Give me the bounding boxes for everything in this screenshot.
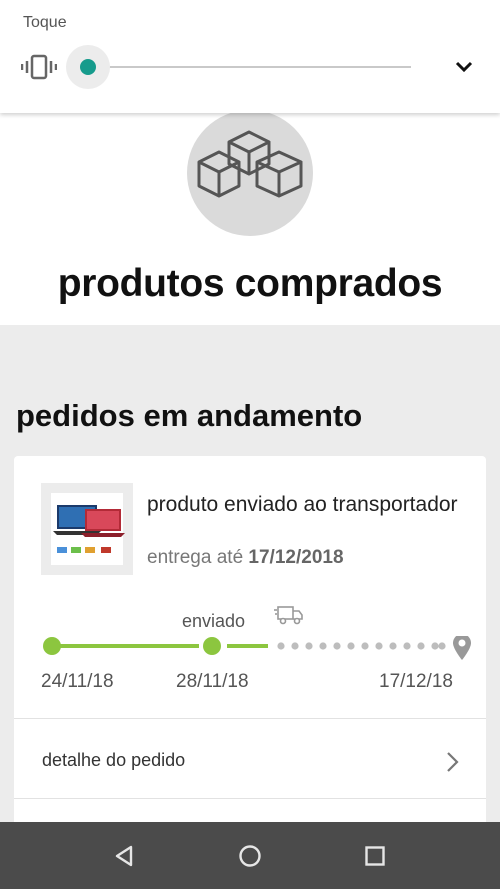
recents-icon[interactable] bbox=[361, 842, 389, 870]
order-card[interactable]: produto enviado ao transportador entrega… bbox=[14, 456, 486, 826]
timeline-date-delivery: 17/12/18 bbox=[379, 671, 453, 692]
progress-dot-shipped bbox=[203, 637, 221, 655]
order-detail-label: detalhe do pedido bbox=[42, 750, 186, 770]
timeline-date-ordered: 24/11/18 bbox=[41, 671, 114, 692]
volume-slider-track[interactable] bbox=[96, 66, 411, 68]
delivery-eta: entrega até 17/12/2018 bbox=[147, 547, 344, 569]
volume-slider-thumb[interactable] bbox=[80, 59, 96, 75]
vibrate-icon[interactable] bbox=[21, 53, 57, 81]
back-icon[interactable] bbox=[111, 842, 139, 870]
delivery-eta-prefix: entrega até bbox=[147, 547, 244, 568]
divider bbox=[14, 798, 486, 799]
chevron-down-icon[interactable] bbox=[452, 58, 476, 76]
delivery-eta-date: 17/12/2018 bbox=[248, 547, 344, 568]
order-detail-link[interactable]: detalhe do pedido bbox=[14, 720, 486, 800]
order-status-text: produto enviado ao transportador bbox=[147, 493, 458, 516]
progress-line-pending bbox=[277, 642, 446, 650]
volume-panel-title: Toque bbox=[23, 14, 67, 31]
progress-dot-ordered bbox=[43, 637, 61, 655]
boxes-icon bbox=[187, 110, 313, 236]
chevron-right-icon bbox=[447, 752, 459, 772]
page-title: produtos comprados bbox=[57, 262, 443, 305]
current-stage-label: enviado bbox=[182, 611, 246, 631]
home-icon[interactable] bbox=[236, 842, 264, 870]
divider bbox=[14, 718, 486, 719]
location-pin-icon bbox=[453, 636, 471, 660]
system-navigation-bar bbox=[0, 822, 500, 889]
truck-icon bbox=[274, 606, 303, 625]
volume-panel: Toque bbox=[0, 0, 500, 113]
product-thumbnail bbox=[41, 483, 133, 575]
timeline-date-shipped: 28/11/18 bbox=[176, 671, 249, 692]
order-progress-timeline bbox=[43, 636, 471, 660]
section-title: pedidos em andamento bbox=[16, 398, 363, 433]
